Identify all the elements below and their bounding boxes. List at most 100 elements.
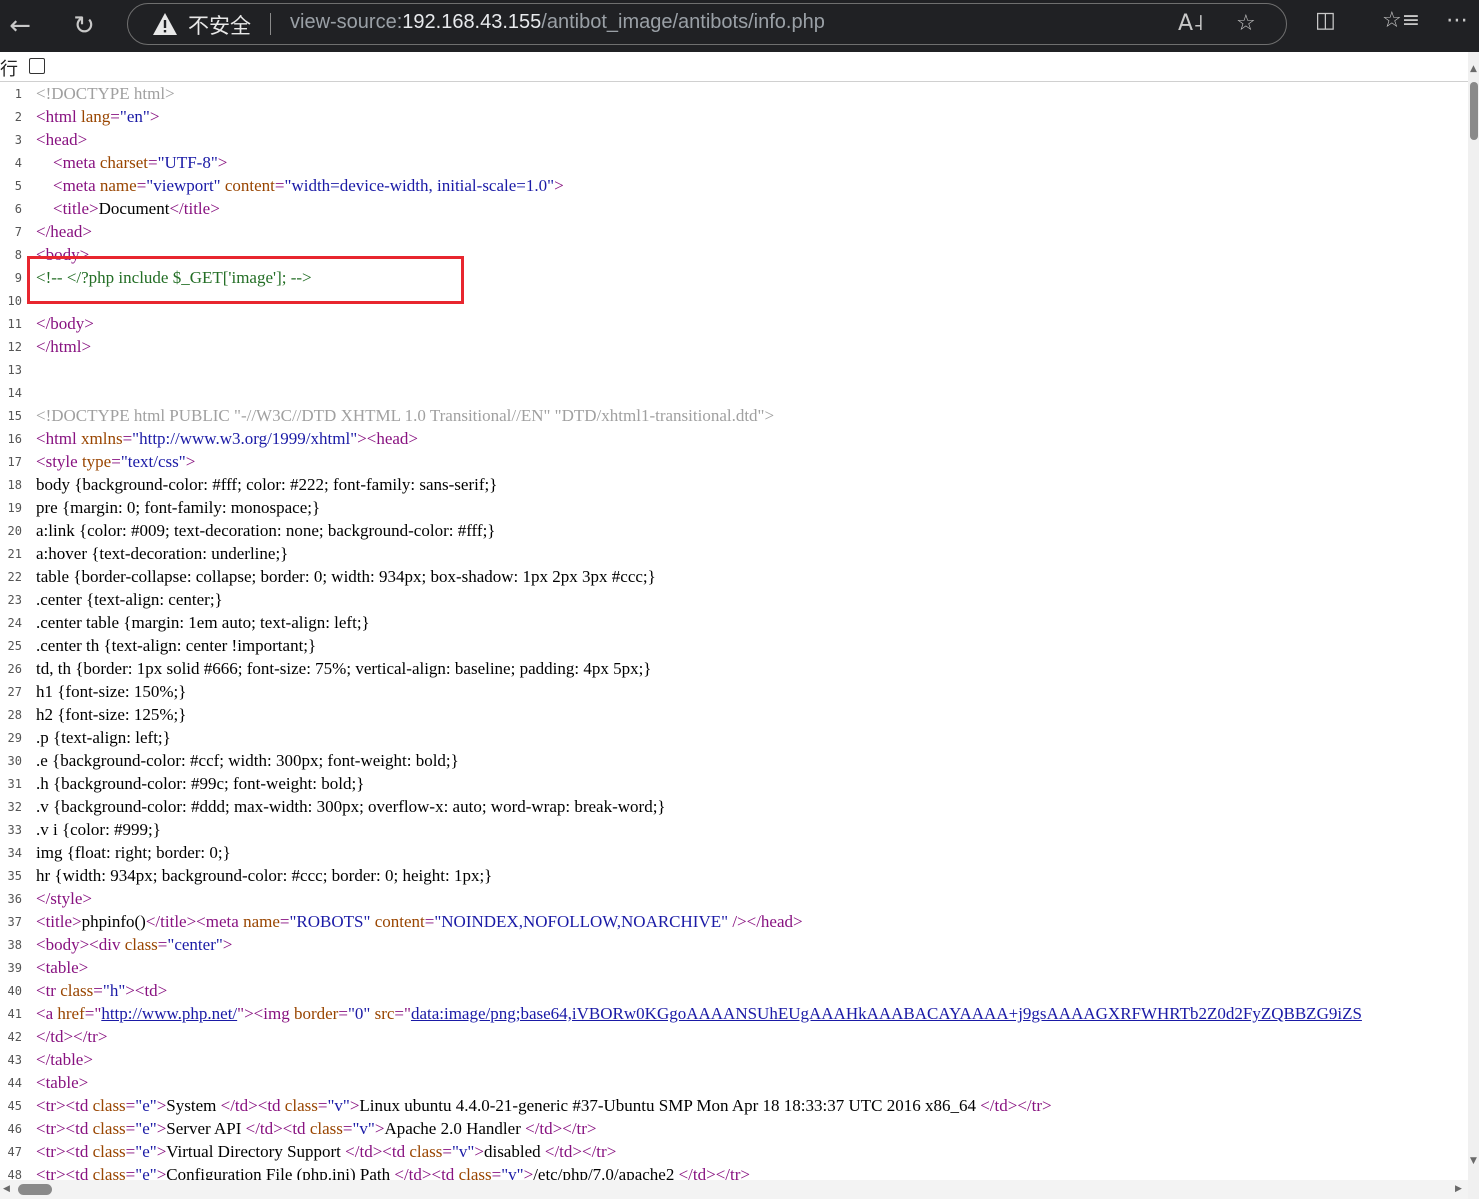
code-token: > — [156, 1096, 167, 1115]
code-token: > — [185, 452, 196, 471]
line-number: 7 — [14, 225, 22, 239]
security-label[interactable]: 不安全 — [188, 10, 251, 40]
code-token: .center table {margin: 1em auto; text-al… — [36, 613, 370, 632]
line-code: <table> — [36, 956, 88, 979]
line-wrap-checkbox[interactable] — [29, 58, 45, 74]
read-aloud-icon[interactable]: A˨ — [1178, 11, 1204, 36]
favorites-list-icon[interactable]: ☆≡ — [1382, 8, 1420, 33]
vertical-scroll-thumb[interactable] — [1470, 82, 1478, 140]
split-screen-icon[interactable]: ◫ — [1315, 8, 1336, 33]
code-token: ><head> — [357, 429, 418, 448]
code-token: </head> — [36, 222, 92, 241]
code-token: type — [81, 452, 112, 471]
code-token: <title> — [36, 912, 82, 931]
reload-icon[interactable]: ↻ — [66, 8, 102, 44]
line-code: </table> — [36, 1048, 93, 1071]
code-token: "0" — [347, 1004, 371, 1023]
line-number: 8 — [14, 248, 22, 262]
vertical-scrollbar[interactable]: ▲ ▼ — [1468, 52, 1479, 1199]
code-token: .p {text-align: left;} — [36, 728, 171, 747]
line-code: .p {text-align: left;} — [36, 726, 171, 749]
code-token: class — [409, 1142, 443, 1161]
line-number: 26 — [7, 662, 22, 676]
line-code: .v {background-color: #ddd; max-width: 3… — [36, 795, 666, 818]
address-bar[interactable]: 不安全 view-source:192.168.43.155/antibot_i… — [127, 3, 1287, 45]
line-code: .center table {margin: 1em auto; text-al… — [36, 611, 370, 634]
code-token: > — [156, 1142, 167, 1161]
source-line: 11 </body> — [0, 312, 1468, 335]
source-line: 19 pre {margin: 0; font-family: monospace… — [0, 496, 1468, 519]
scroll-up-arrow-icon[interactable]: ▲ — [1470, 64, 1477, 74]
line-code: </html> — [36, 335, 91, 358]
scroll-down-arrow-icon[interactable]: ▼ — [1470, 1156, 1477, 1166]
code-token: Document — [98, 199, 170, 218]
line-code: body {background-color: #fff; color: #22… — [36, 473, 497, 496]
code-token: <title> — [53, 199, 99, 218]
line-code: .h {background-color: #99c; font-weight:… — [36, 772, 364, 795]
code-token: .center {text-align: center;} — [36, 590, 223, 609]
code-token: </td><td — [345, 1142, 410, 1161]
back-arrow-icon[interactable]: ← — [2, 8, 38, 44]
code-token: = — [84, 1004, 95, 1023]
more-menu-icon[interactable]: ⋯ — [1446, 8, 1468, 33]
code-token: table {border-collapse: collapse; border… — [36, 567, 656, 586]
source-link[interactable]: http://www.php.net/ — [101, 1004, 237, 1023]
code-token: src — [374, 1004, 395, 1023]
code-token: lang — [81, 107, 111, 126]
code-token: .e {background-color: #ccf; width: 300px… — [36, 751, 459, 770]
source-line: 18 body {background-color: #fff; color: #… — [0, 473, 1468, 496]
code-token: " — [404, 1004, 411, 1023]
source-line: 33 .v i {color: #999;} — [0, 818, 1468, 841]
code-token: .v {background-color: #ddd; max-width: 3… — [36, 797, 666, 816]
code-token: Server API — [166, 1119, 246, 1138]
source-line: 15 <!DOCTYPE html PUBLIC "-//W3C//DTD XHT… — [0, 404, 1468, 427]
favorite-star-icon[interactable]: ☆ — [1236, 11, 1256, 36]
code-token: </td></tr> — [678, 1165, 750, 1180]
source-line: 17 <style type="text/css"> — [0, 450, 1468, 473]
source-line: 32 .v {background-color: #ddd; max-width:… — [0, 795, 1468, 818]
line-wrap-bar: 行 — [0, 52, 1468, 82]
line-number: 34 — [7, 846, 22, 860]
source-link[interactable]: data:image/png;base64,iVBORw0KGgoAAAANSU… — [411, 1004, 1362, 1023]
horizontal-scrollbar[interactable]: ◀ ▶ — [0, 1180, 1468, 1199]
code-token: <tr — [36, 981, 61, 1000]
code-token: </html> — [36, 337, 92, 356]
line-number: 46 — [7, 1122, 22, 1136]
code-token: "UTF-8" — [157, 153, 218, 172]
code-token: > — [554, 176, 564, 195]
source-view: 1 <!DOCTYPE html> 2 <html lang="en"> 3 <head>… — [0, 82, 1468, 1180]
source-line: 13 — [0, 358, 1468, 381]
line-number: 35 — [7, 869, 22, 883]
line-code: h1 {font-size: 150%;} — [36, 680, 186, 703]
line-code: a:link {color: #009; text-decoration: no… — [36, 519, 495, 542]
line-code: </style> — [36, 887, 92, 910]
horizontal-scroll-thumb[interactable] — [18, 1184, 52, 1195]
code-token: /></head> — [732, 912, 803, 931]
code-token: hr {width: 934px; background-color: #ccc… — [36, 866, 493, 885]
code-token: class — [124, 935, 158, 954]
line-code: pre {margin: 0; font-family: monospace;} — [36, 496, 320, 519]
code-token: = — [394, 1004, 404, 1023]
source-line: 42 </td></tr> — [0, 1025, 1468, 1048]
code-token: "NOINDEX,NOFOLLOW,NOARCHIVE" — [434, 912, 729, 931]
code-token: ><td> — [125, 981, 168, 1000]
code-token: > — [222, 935, 233, 954]
warning-icon[interactable] — [152, 12, 178, 36]
line-number: 23 — [7, 593, 22, 607]
scroll-left-arrow-icon[interactable]: ◀ — [3, 1184, 10, 1194]
line-code: <meta name="viewport" content="width=dev… — [36, 174, 564, 197]
url-text[interactable]: view-source:192.168.43.155/antibot_image… — [290, 11, 825, 34]
code-token: </td></tr> — [544, 1142, 617, 1161]
code-token: "text/css" — [120, 452, 186, 471]
source-line: 29 .p {text-align: left;} — [0, 726, 1468, 749]
line-code: <!DOCTYPE html PUBLIC "-//W3C//DTD XHTML… — [36, 404, 774, 427]
code-token: xmlns — [81, 429, 123, 448]
code-token: <head> — [36, 130, 88, 149]
code-token: = — [125, 1165, 136, 1180]
line-code: <table> — [36, 1071, 88, 1094]
scroll-right-arrow-icon[interactable]: ▶ — [1455, 1184, 1462, 1194]
code-token: = — [148, 153, 158, 172]
code-token: charset — [99, 153, 149, 172]
line-code: <tr class="h"><td> — [36, 979, 167, 1002]
source-line: 45 <tr><td class="e">System </td><td clas… — [0, 1094, 1468, 1117]
